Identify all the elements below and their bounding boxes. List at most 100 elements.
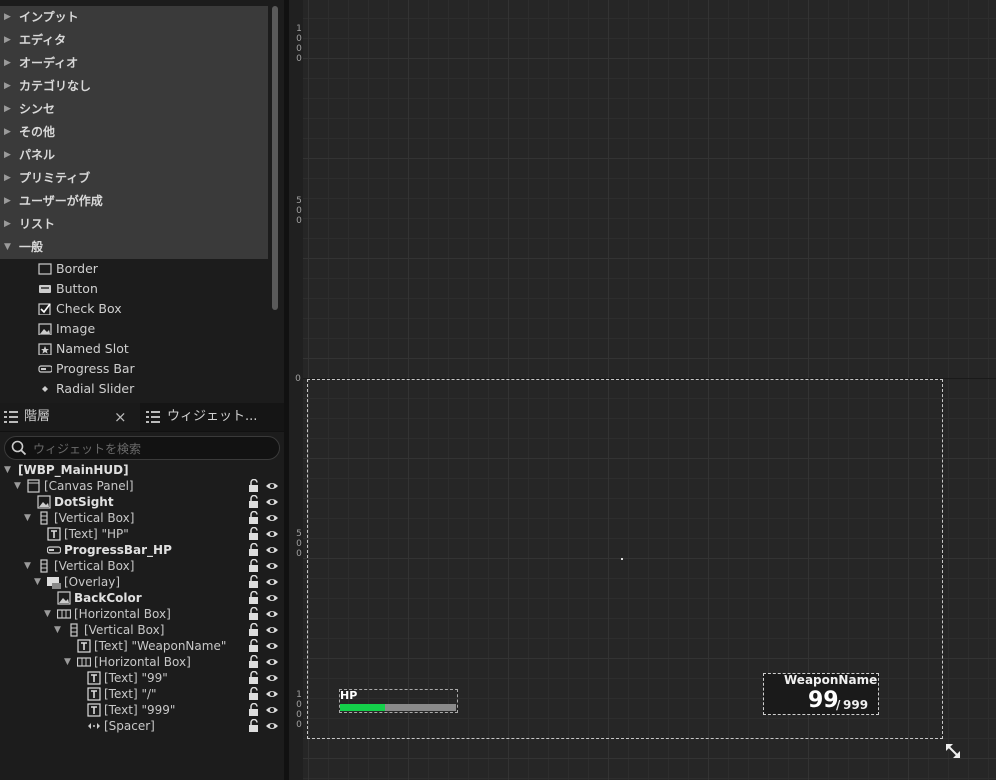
caret-down-icon[interactable]: ▼ (34, 574, 41, 590)
eye-icon[interactable] (265, 704, 279, 716)
palette-category-label: リスト (19, 217, 56, 231)
palette-category[interactable]: ▶ カテゴリなし (0, 75, 268, 98)
palette-item[interactable]: Radial Slider (0, 379, 268, 399)
hierarchy-row[interactable]: ▼ [Horizontal Box] (0, 606, 284, 622)
unlock-icon[interactable] (248, 607, 260, 621)
caret-down-icon[interactable]: ▼ (44, 606, 51, 622)
hierarchy-row[interactable]: ▼ [Horizontal Box] (0, 654, 284, 670)
palette-category[interactable]: ▼ 一般 (0, 236, 268, 259)
palette-category[interactable]: ▶ ユーザーが作成 (0, 190, 268, 213)
hierarchy-row-label: [Vertical Box] (84, 623, 165, 637)
palette-category[interactable]: ▶ パネル (0, 144, 268, 167)
eye-icon[interactable] (265, 576, 279, 588)
tab-hierarchy[interactable]: 階層 × (0, 403, 140, 431)
caret-down-icon[interactable]: ▼ (4, 462, 11, 478)
unlock-icon[interactable] (248, 623, 260, 637)
unlock-icon[interactable] (248, 559, 260, 573)
hierarchy-row[interactable]: [Spacer] (0, 718, 284, 734)
palette-category[interactable]: ▶ オーディオ (0, 52, 268, 75)
unlock-icon[interactable] (248, 655, 260, 669)
hierarchy-row[interactable]: [Text] "99" (0, 670, 284, 686)
palette-item[interactable]: Image (0, 319, 268, 339)
unlock-icon[interactable] (248, 591, 260, 605)
eye-icon[interactable] (265, 560, 279, 572)
eye-icon[interactable] (265, 528, 279, 540)
unlock-icon[interactable] (248, 687, 260, 701)
hierarchy-row[interactable]: [Text] "WeaponName" (0, 638, 284, 654)
unlock-icon[interactable] (248, 495, 260, 509)
eye-icon[interactable] (265, 688, 279, 700)
search-input[interactable] (31, 439, 275, 459)
vertical-box-icon (40, 511, 48, 525)
caret-right-icon: ▶ (4, 35, 11, 45)
hp-progress-bar[interactable] (340, 704, 456, 711)
unlock-icon[interactable] (248, 527, 260, 541)
widget-search[interactable] (4, 436, 280, 460)
dot-sight[interactable] (621, 558, 623, 560)
palette-category-label: オーディオ (19, 56, 79, 70)
palette-category[interactable]: ▶ シンセ (0, 98, 268, 121)
caret-down-icon[interactable]: ▼ (24, 558, 31, 574)
resize-handle-icon[interactable] (944, 742, 962, 760)
eye-icon[interactable] (265, 496, 279, 508)
eye-icon[interactable] (265, 672, 279, 684)
unlock-icon[interactable] (248, 543, 260, 557)
checkbox-icon (38, 303, 51, 315)
caret-right-icon: ▶ (4, 219, 11, 229)
unlock-icon[interactable] (248, 719, 260, 733)
hierarchy-row[interactable]: [Text] "999" (0, 702, 284, 718)
caret-down-icon[interactable]: ▼ (14, 478, 21, 494)
palette-item[interactable]: Button (0, 279, 268, 299)
palette-scrollbar[interactable] (272, 6, 278, 310)
palette-item[interactable]: Named Slot (0, 339, 268, 359)
unlock-icon[interactable] (248, 479, 260, 493)
palette-category-label: インプット (19, 10, 79, 24)
eye-icon[interactable] (265, 640, 279, 652)
hierarchy-row[interactable]: ▼ [WBP_MainHUD] (0, 462, 284, 478)
caret-down-icon[interactable]: ▼ (24, 510, 31, 526)
hierarchy-row[interactable]: [Text] "HP" (0, 526, 284, 542)
palette-item[interactable]: Check Box (0, 299, 268, 319)
eye-icon[interactable] (265, 608, 279, 620)
close-icon[interactable]: × (114, 403, 127, 431)
unlock-icon[interactable] (248, 671, 260, 685)
hierarchy-row[interactable]: DotSight (0, 494, 284, 510)
unlock-icon[interactable] (248, 639, 260, 653)
eye-icon[interactable] (265, 656, 279, 668)
palette-category[interactable]: ▶ その他 (0, 121, 268, 144)
eye-icon[interactable] (265, 544, 279, 556)
caret-down-icon[interactable]: ▼ (64, 654, 71, 670)
image-icon (38, 323, 52, 335)
eye-icon[interactable] (265, 512, 279, 524)
palette-item-label: Button (56, 281, 98, 296)
hierarchy-row[interactable]: ▼ [Overlay] (0, 574, 284, 590)
hierarchy-row[interactable]: ProgressBar_HP (0, 542, 284, 558)
eye-icon[interactable] (265, 592, 279, 604)
palette-category[interactable]: ▶ エディタ (0, 29, 268, 52)
eye-icon[interactable] (265, 480, 279, 492)
tab-widgets[interactable]: ウィジェット... (140, 403, 284, 431)
hierarchy-row[interactable]: BackColor (0, 590, 284, 606)
hierarchy-row-label: [Horizontal Box] (94, 655, 191, 669)
hierarchy-row[interactable]: ▼ [Vertical Box] (0, 622, 284, 638)
caret-down-icon[interactable]: ▼ (54, 622, 61, 638)
unlock-icon[interactable] (248, 703, 260, 717)
palette-category[interactable]: ▶ インプット (0, 6, 268, 29)
eye-icon[interactable] (265, 624, 279, 636)
hierarchy-row[interactable]: ▼ [Vertical Box] (0, 510, 284, 526)
hierarchy-row[interactable]: [Text] "/" (0, 686, 284, 702)
unlock-icon[interactable] (248, 511, 260, 525)
palette-category[interactable]: ▶ リスト (0, 213, 268, 236)
unlock-icon[interactable] (248, 575, 260, 589)
palette-item[interactable]: Progress Bar (0, 359, 268, 379)
palette-category[interactable]: ▶ プリミティブ (0, 167, 268, 190)
eye-icon[interactable] (265, 720, 279, 732)
palette-category-label: プリミティブ (19, 171, 91, 185)
palette-item[interactable]: Border (0, 259, 268, 279)
hierarchy-row-label: [Text] "/" (104, 687, 157, 701)
left-panel: ▶ インプット ▶ エディタ ▶ オーディオ ▶ カテゴリなし ▶ シンセ ▶ その他 ▶ パネル ▶ プリミ… (0, 0, 284, 780)
hierarchy-row[interactable]: ▼ [Canvas Panel] (0, 478, 284, 494)
hierarchy-row-label: [Text] "WeaponName" (94, 639, 227, 653)
hierarchy-row-label: DotSight (54, 495, 114, 509)
hierarchy-row[interactable]: ▼ [Vertical Box] (0, 558, 284, 574)
